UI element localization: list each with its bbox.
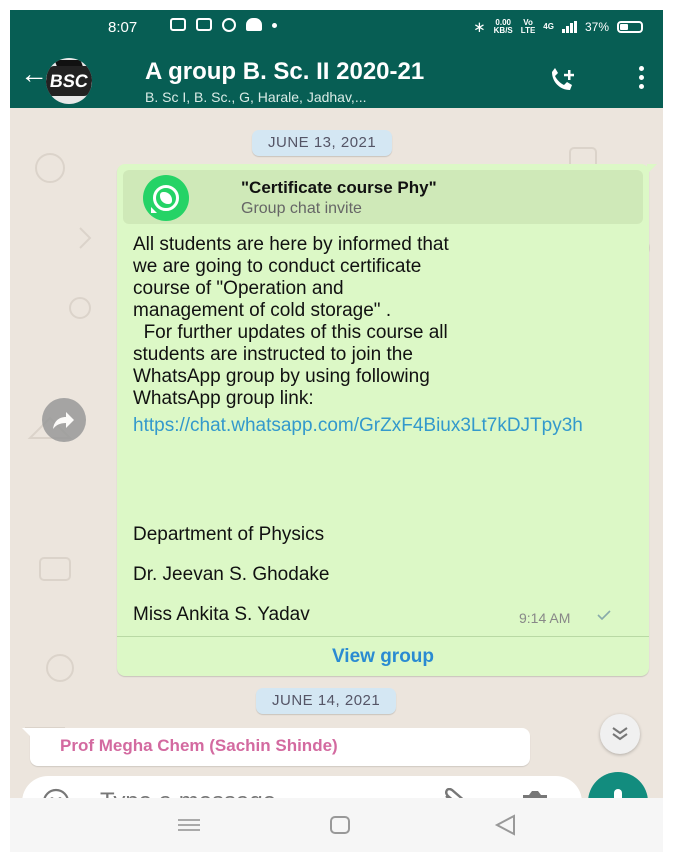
phone-screen: 8:07 ∗ 0.00 KB/S Vo LTE 4G 37% ← BSC A g… bbox=[10, 10, 663, 852]
bluetooth-icon: ∗ bbox=[473, 19, 486, 36]
invite-title: "Certificate course Phy" bbox=[241, 178, 437, 197]
group-title[interactable]: A group B. Sc. II 2020-21 bbox=[145, 58, 424, 86]
group-avatar[interactable]: BSC bbox=[46, 58, 92, 104]
home-icon[interactable] bbox=[330, 816, 350, 834]
status-right: ∗ 0.00 KB/S Vo LTE 4G 37% bbox=[473, 18, 643, 36]
notification-icons bbox=[170, 18, 277, 32]
group-invite-card[interactable]: "Certificate course Phy" Group chat invi… bbox=[123, 170, 643, 224]
message-text: All students are here by informed that w… bbox=[133, 234, 449, 409]
view-group-button[interactable]: View group bbox=[117, 637, 649, 676]
more-vertical-icon[interactable] bbox=[636, 66, 646, 92]
incoming-message-bubble[interactable]: Prof Megha Chem (Sachin Shinde) bbox=[22, 728, 530, 766]
arrow-left-icon[interactable]: ← bbox=[20, 60, 48, 88]
signal-icon bbox=[561, 21, 577, 33]
date-chip: JUNE 14, 2021 bbox=[256, 688, 397, 714]
heart-icon bbox=[246, 18, 262, 31]
battery-percent: 37% bbox=[584, 20, 609, 34]
group-members[interactable]: B. Sc I, B. Sc., G, Harale, Jadhav,... bbox=[145, 89, 367, 105]
message-time: 9:14 AM bbox=[519, 610, 571, 626]
signature-name-1: Dr. Jeevan S. Ghodake bbox=[133, 564, 330, 585]
volte-icon: Vo LTE bbox=[520, 18, 536, 35]
message-bubble[interactable]: "Certificate course Phy" Group chat invi… bbox=[117, 164, 657, 676]
status-bar: 8:07 ∗ 0.00 KB/S Vo LTE 4G 37% bbox=[10, 10, 663, 44]
battery-icon bbox=[617, 21, 643, 33]
network-type: 4G bbox=[543, 22, 554, 31]
message-icon bbox=[170, 18, 186, 31]
avatar-logo-text: BSC bbox=[46, 66, 92, 96]
chat-area[interactable]: JUNE 13, 2021 "Certificate course Phy" G… bbox=[10, 108, 663, 852]
date-chip: JUNE 13, 2021 bbox=[252, 130, 393, 156]
status-time: 8:07 bbox=[108, 19, 138, 36]
chat-header: ← BSC A group B. Sc. II 2020-21 B. Sc I,… bbox=[10, 44, 663, 108]
signature-name-2: Miss Ankita S. Yadav bbox=[133, 604, 310, 625]
back-triangle-icon[interactable] bbox=[494, 814, 516, 836]
sent-check-icon bbox=[597, 610, 611, 620]
whatsapp-icon bbox=[143, 175, 189, 221]
add-call-icon[interactable] bbox=[548, 66, 578, 92]
system-nav-bar bbox=[10, 798, 663, 852]
hotspot-icon bbox=[222, 18, 236, 32]
signature-department: Department of Physics bbox=[133, 524, 325, 545]
more-notifications-icon bbox=[272, 23, 277, 28]
forward-icon bbox=[53, 412, 74, 429]
forward-button[interactable] bbox=[42, 398, 86, 442]
invite-subtitle: Group chat invite bbox=[241, 200, 362, 217]
sender-name[interactable]: Prof Megha Chem (Sachin Shinde) bbox=[60, 736, 338, 756]
double-chevron-down-icon bbox=[612, 727, 628, 741]
recent-apps-icon[interactable] bbox=[178, 818, 200, 832]
group-invite-link[interactable]: https://chat.whatsapp.com/GrZxF4Biux3Lt7… bbox=[133, 414, 637, 438]
scroll-down-button[interactable] bbox=[600, 714, 640, 754]
net-speed: 0.00 KB/S bbox=[493, 18, 513, 35]
youtube-icon bbox=[196, 18, 212, 31]
